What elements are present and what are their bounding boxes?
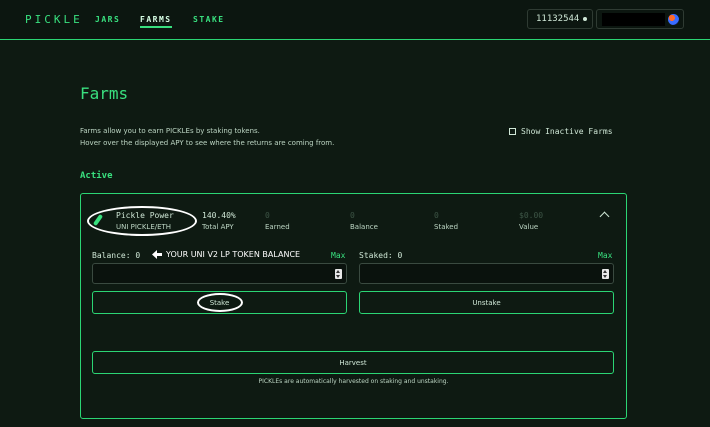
balance-value: 0 bbox=[350, 211, 355, 220]
show-inactive-toggle[interactable]: Show Inactive Farms bbox=[509, 127, 613, 136]
nav-stake[interactable]: STAKE bbox=[193, 15, 225, 24]
unstake-amount-input[interactable] bbox=[359, 263, 614, 284]
earned-value: 0 bbox=[265, 211, 270, 220]
harvest-footnote: PICKLEs are automatically harvested on s… bbox=[258, 378, 449, 385]
number-spinner-icon[interactable] bbox=[602, 269, 609, 279]
total-apy-label: Total APY bbox=[202, 223, 234, 231]
number-spinner-icon[interactable] bbox=[335, 269, 342, 279]
unstake-button-label: Unstake bbox=[472, 298, 501, 307]
wallet-button[interactable] bbox=[596, 9, 684, 29]
nav-jars[interactable]: JARS bbox=[95, 15, 120, 24]
value-value: $0.00 bbox=[519, 211, 544, 220]
annotation-ellipse-farm bbox=[87, 206, 197, 236]
block-number: 11132544 bbox=[536, 14, 580, 24]
value-label: Value bbox=[519, 223, 539, 231]
checkbox[interactable] bbox=[509, 128, 516, 135]
brand-logo[interactable]: PICKLE bbox=[25, 13, 83, 26]
earned-label: Earned bbox=[265, 223, 290, 231]
block-number-indicator: 11132544 bbox=[527, 9, 593, 29]
total-apy-value[interactable]: 140.40% bbox=[202, 211, 236, 220]
balance-label: Balance bbox=[350, 223, 378, 231]
section-label-active: Active bbox=[80, 171, 113, 181]
harvest-button[interactable]: Harvest bbox=[92, 351, 614, 374]
annotation-lp-balance: YOUR UNI V2 LP TOKEN BALANCE bbox=[166, 250, 301, 259]
harvest-button-label: Harvest bbox=[339, 358, 367, 367]
page-description-line2: Hover over the displayed APY to see wher… bbox=[80, 139, 335, 147]
top-navigation-bar: PICKLE JARS FARMS STAKE 11132544 bbox=[0, 0, 710, 40]
show-inactive-label: Show Inactive Farms bbox=[521, 127, 613, 136]
arrow-left-icon bbox=[152, 250, 162, 259]
max-balance-link[interactable]: Max bbox=[331, 251, 345, 260]
wallet-address-redacted bbox=[602, 13, 665, 26]
staked-value: 0 bbox=[434, 211, 439, 220]
page-description-line1: Farms allow you to earn PICKLEs by staki… bbox=[80, 127, 260, 135]
nav-farms[interactable]: FARMS bbox=[140, 15, 172, 28]
status-dot-icon bbox=[583, 17, 587, 21]
staked-label: Staked bbox=[434, 223, 459, 231]
wallet-avatar-icon bbox=[668, 14, 679, 25]
staked-field-label: Staked: 0 bbox=[359, 251, 403, 260]
annotation-ellipse-stake bbox=[197, 293, 243, 312]
max-staked-link[interactable]: Max bbox=[598, 251, 612, 260]
balance-field-label: Balance: 0 bbox=[92, 251, 141, 260]
page-title: Farms bbox=[80, 84, 129, 103]
unstake-button[interactable]: Unstake bbox=[359, 291, 614, 314]
stake-amount-input[interactable] bbox=[92, 263, 347, 284]
